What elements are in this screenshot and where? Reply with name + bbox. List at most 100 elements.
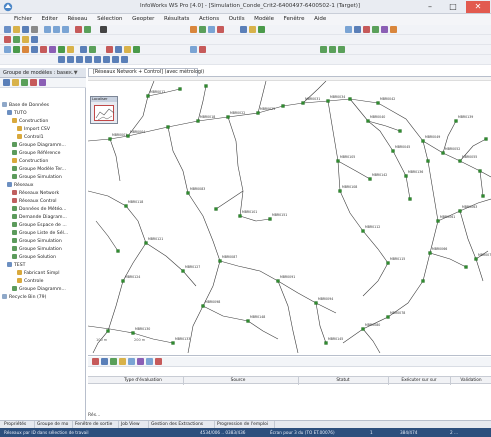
menu-actions[interactable]: Actions (195, 14, 223, 25)
new-icon[interactable] (4, 26, 11, 33)
menu-fichier[interactable]: Fichier (10, 14, 36, 25)
zoom-out-icon[interactable] (199, 26, 206, 33)
pump-icon[interactable] (31, 46, 38, 53)
job-grid-icon[interactable] (128, 358, 135, 365)
network-map[interactable]: MBR0001MBR0004 MBR0012 MBR0018 MBR0022 MBR… (88, 81, 491, 353)
tree-item[interactable]: Données de Météo... (12, 206, 86, 213)
tree-item[interactable]: Groupe Simulation (12, 174, 86, 181)
hydrant-icon[interactable] (58, 46, 65, 53)
explorer-refresh-icon[interactable] (21, 79, 28, 86)
col-type-evaluation[interactable]: Type d'évaluation (108, 377, 178, 385)
tree-item[interactable]: Réseaux Control (12, 198, 86, 205)
time-back-icon[interactable] (320, 46, 327, 53)
job-filter-icon[interactable] (119, 358, 126, 365)
tank-icon[interactable] (40, 46, 47, 53)
tree-item[interactable]: Controle (17, 278, 86, 285)
zoom-in-icon[interactable] (190, 26, 197, 33)
tree-item[interactable]: Réseaux Network (12, 190, 86, 197)
view-4-icon[interactable] (85, 56, 92, 63)
tree-item[interactable]: Groupe Simulation (12, 246, 86, 253)
graph-icon[interactable] (115, 46, 122, 53)
profile-icon[interactable] (133, 46, 140, 53)
panel-pin-icon[interactable]: ✕ ▼ (68, 70, 78, 76)
tree-item[interactable]: Import CSV (17, 126, 86, 133)
job-run-icon[interactable] (110, 358, 117, 365)
grid-icon[interactable] (258, 26, 265, 33)
meter-icon[interactable] (49, 46, 56, 53)
time-forward-icon[interactable] (338, 46, 345, 53)
menu-aide[interactable]: Aide (310, 14, 330, 25)
menu-selection[interactable]: Sélection (93, 14, 126, 25)
copy-icon[interactable] (53, 26, 60, 33)
col-validation[interactable]: Validation (452, 377, 490, 385)
tree-item[interactable]: Groupe Modèle Ter... (12, 166, 86, 173)
label-tool-icon[interactable] (31, 36, 38, 43)
explorer-folder-icon[interactable] (12, 79, 19, 86)
job-chart-icon[interactable] (137, 358, 144, 365)
view-6-icon[interactable] (103, 56, 110, 63)
col-source[interactable]: Source (208, 377, 268, 385)
tree-item[interactable]: Groupe Référence (12, 150, 86, 157)
tree-item[interactable]: Groupe Solution (12, 254, 86, 261)
pan-icon[interactable] (208, 26, 215, 33)
report-icon[interactable] (390, 26, 397, 33)
tree-item[interactable]: TUTO (7, 110, 86, 117)
view-3-icon[interactable] (76, 56, 83, 63)
tree-item[interactable]: TEST (7, 262, 86, 269)
view-7-icon[interactable] (112, 56, 119, 63)
paste-icon[interactable] (62, 26, 69, 33)
menu-reseau[interactable]: Réseau (63, 14, 91, 25)
view-5-icon[interactable] (94, 56, 101, 63)
tree-item[interactable]: Base de Données (2, 102, 86, 109)
pipe-icon[interactable] (13, 46, 20, 53)
run-icon[interactable] (106, 46, 113, 53)
tree-item[interactable]: Groupe Diagramm... (12, 286, 86, 293)
tree-item[interactable]: Recycle Bin (79) (2, 294, 86, 301)
menu-fenetre[interactable]: Fenêtre (280, 14, 309, 25)
menu-editer[interactable]: Editer (38, 14, 62, 25)
time-play-icon[interactable] (329, 46, 336, 53)
polygon-tool-icon[interactable] (22, 36, 29, 43)
view-2-icon[interactable] (67, 56, 74, 63)
trace-icon[interactable] (80, 46, 87, 53)
delete-icon[interactable] (363, 26, 370, 33)
tree-item[interactable]: Control1 (17, 134, 86, 141)
tree-item[interactable]: Groupe Simulation (12, 238, 86, 245)
menu-modele[interactable]: Modèle (250, 14, 278, 25)
view-1-icon[interactable] (58, 56, 65, 63)
job-stop-icon[interactable] (92, 358, 99, 365)
explorer-new-icon[interactable] (3, 79, 10, 86)
col-statut[interactable]: Statut (313, 377, 373, 385)
layer-icon[interactable] (240, 26, 247, 33)
redo-icon[interactable] (84, 26, 91, 33)
isolate-icon[interactable] (89, 46, 96, 53)
find-icon[interactable] (345, 26, 352, 33)
tree-item[interactable]: Construction (12, 158, 86, 165)
minimize-button[interactable]: – (420, 1, 440, 13)
geoplan-tab[interactable]: [Réseaux Network + Control] (avec métrol… (88, 68, 204, 76)
print-icon[interactable] (31, 26, 38, 33)
locator-overview[interactable]: Localiser (90, 96, 118, 124)
job-export-icon[interactable] (146, 358, 153, 365)
tree-item[interactable]: Demande Diagram... (12, 214, 86, 221)
menu-outils[interactable]: Outils (225, 14, 249, 25)
menu-geopter[interactable]: Geopter (128, 14, 158, 25)
tree-item[interactable]: Construction (12, 118, 86, 125)
window-cascade-icon[interactable] (199, 46, 206, 53)
valve-icon[interactable] (22, 46, 29, 53)
close-button[interactable]: ✕ (466, 1, 490, 13)
tree-item[interactable]: Groupe Diagramm... (12, 142, 86, 149)
menu-resultats[interactable]: Résultats (160, 14, 193, 25)
cut-icon[interactable] (44, 26, 51, 33)
job-delete-icon[interactable] (155, 358, 162, 365)
explorer-delete-icon[interactable] (30, 79, 37, 86)
tree-item[interactable]: Groupe Liste de Sél... (12, 230, 86, 237)
node-tool-icon[interactable] (4, 36, 11, 43)
link-tool-icon[interactable] (13, 36, 20, 43)
explorer-tab[interactable]: Groupe de modèles : base... (3, 70, 74, 76)
tree-item[interactable]: Réseaux (7, 182, 86, 189)
theme-icon[interactable] (249, 26, 256, 33)
maximize-button[interactable]: □ (443, 1, 463, 13)
tree-item[interactable]: Groupe Espace de ... (12, 222, 86, 229)
open-icon[interactable] (13, 26, 20, 33)
